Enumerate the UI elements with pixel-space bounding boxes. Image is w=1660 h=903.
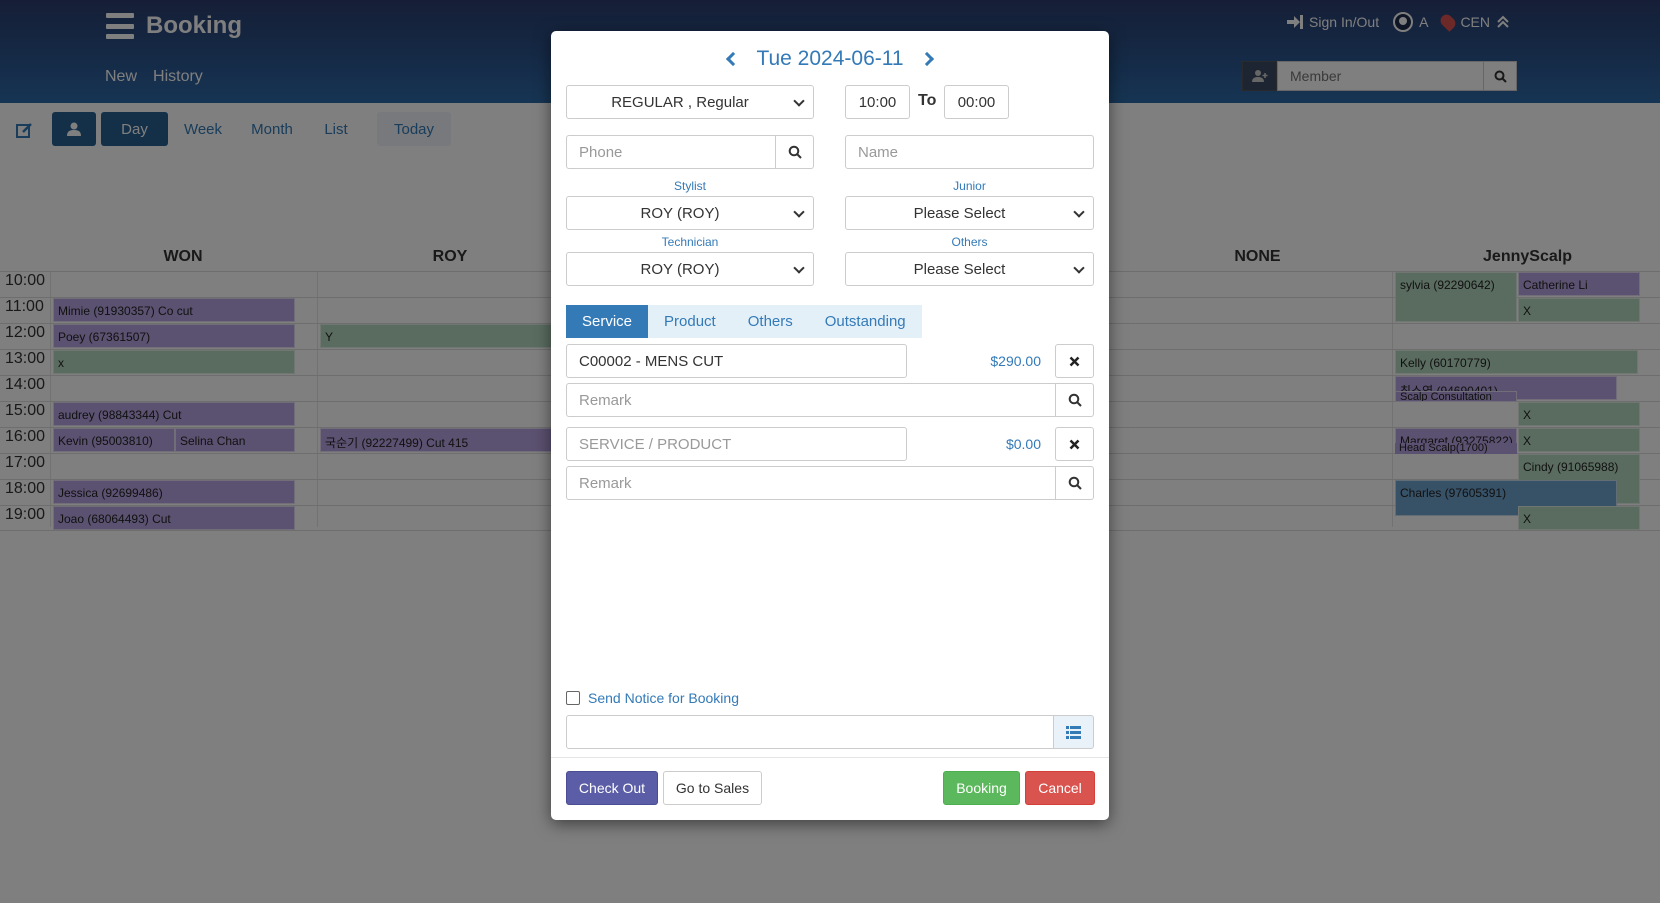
search-icon [1068, 393, 1082, 407]
check-out-button[interactable]: Check Out [566, 771, 658, 805]
booking-type-select[interactable]: REGULAR , Regular [566, 85, 814, 119]
service-product-price: $0.00 [1005, 436, 1041, 452]
date-navigator: Tue 2024-06-11 [551, 47, 1109, 71]
remove-item-button[interactable] [1055, 427, 1094, 461]
tab-others[interactable]: Others [732, 305, 809, 338]
remark-input[interactable]: Remark [566, 383, 1056, 417]
junior-label: Junior [953, 179, 986, 193]
others-select[interactable]: Please Select [845, 252, 1094, 286]
phone-input[interactable]: Phone [566, 135, 776, 169]
tab-product[interactable]: Product [648, 305, 732, 338]
tab-service[interactable]: Service [566, 305, 649, 338]
technician-label: Technician [661, 235, 719, 249]
notice-template-button[interactable] [1053, 715, 1094, 749]
close-icon [1069, 439, 1080, 449]
others-label: Others [951, 235, 988, 249]
technician-select[interactable]: ROY (ROY) [566, 252, 814, 286]
junior-select[interactable]: Please Select [845, 196, 1094, 230]
remove-item-button[interactable] [1055, 344, 1094, 378]
next-day-icon[interactable] [919, 51, 934, 67]
to-label: To [918, 92, 937, 109]
time-to-input[interactable]: 00:00 [944, 85, 1009, 119]
search-icon [788, 145, 802, 159]
cancel-button[interactable]: Cancel [1025, 771, 1095, 805]
send-notice-label[interactable]: Send Notice for Booking [588, 690, 739, 706]
go-to-sales-button[interactable]: Go to Sales [663, 771, 762, 805]
booking-date: Tue 2024-06-11 [756, 47, 904, 70]
stylist-label: Stylist [673, 179, 706, 193]
send-notice-row: Send Notice for Booking [566, 690, 739, 706]
modal-footer-divider [551, 757, 1109, 758]
phone-search-button[interactable] [775, 135, 814, 169]
notice-message-input[interactable] [566, 715, 1054, 749]
send-notice-checkbox[interactable] [566, 691, 580, 705]
list-icon [1066, 725, 1081, 739]
close-icon [1069, 356, 1080, 366]
service-item-price: $290.00 [990, 353, 1041, 369]
previous-day-icon[interactable] [726, 51, 741, 67]
remark-search-button[interactable] [1055, 383, 1094, 417]
item-tabs: Service Product Others Outstanding [566, 305, 922, 338]
stylist-select[interactable]: ROY (ROY) [566, 196, 814, 230]
time-from-input[interactable]: 10:00 [845, 85, 910, 119]
search-icon [1068, 476, 1082, 490]
booking-modal: Tue 2024-06-11 REGULAR , Regular 10:00 T… [551, 31, 1109, 820]
remark-search-button[interactable] [1055, 466, 1094, 500]
booking-button[interactable]: Booking [943, 771, 1020, 805]
tab-outstanding[interactable]: Outstanding [809, 305, 922, 338]
service-item-input[interactable]: C00002 - MENS CUT [566, 344, 907, 378]
remark-input[interactable]: Remark [566, 466, 1056, 500]
name-input[interactable]: Name [845, 135, 1094, 169]
service-product-input[interactable]: SERVICE / PRODUCT [566, 427, 907, 461]
